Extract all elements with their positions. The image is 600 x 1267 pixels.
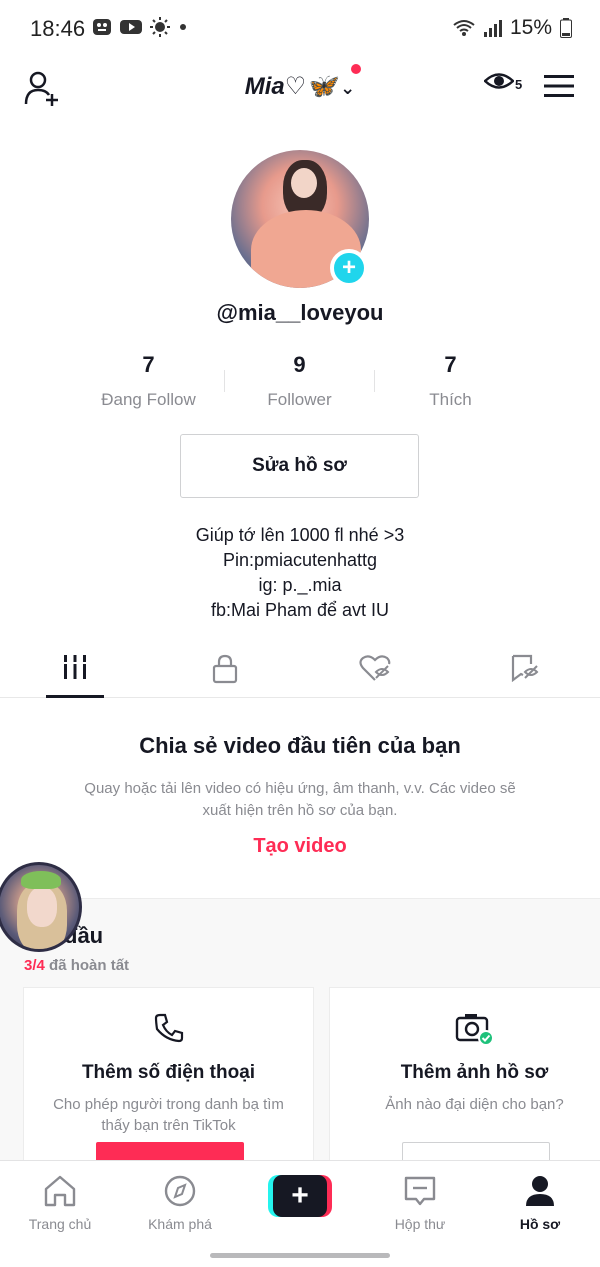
eye-icon [484,73,514,89]
empty-state-title: Chia sẻ video đầu tiên của bạn [139,733,461,758]
create-video-link[interactable]: Tạo video [0,835,600,858]
stat-value: 7 [444,352,457,377]
plus-icon: + [273,1175,327,1217]
tab-favorites[interactable] [450,648,600,697]
card-description: Cho phép người trong danh bạ tìm thấy bạ… [53,1096,284,1134]
progress-text: đã hoàn tất [49,957,130,974]
nav-discover[interactable]: Khám phá [120,1175,240,1232]
menu-icon[interactable] [544,74,574,98]
bio-line: fb:Mai Pham để avt IU [210,600,390,620]
stat-label: Follower [267,390,332,409]
floating-chat-bubble[interactable] [0,862,82,952]
liked-hidden-icon [359,655,391,681]
signal-icon [483,20,502,37]
edit-profile-button[interactable]: Sửa hồ sơ [180,434,419,498]
profile-icon [526,1176,554,1206]
bio-line: ig: p._.mia [258,575,342,595]
brightness-icon [150,17,170,37]
inbox-icon [404,1176,436,1206]
status-right: 15% [452,16,572,40]
progress-count: 3/4 [24,957,45,974]
status-time: 18:46 [30,16,86,41]
status-bar: 18:46 15% [0,0,600,56]
bookmark-hidden-icon [511,654,539,682]
top-nav: Mia♡🦋 ⌄ 5 [0,60,600,112]
nav-profile[interactable]: Hồ sơ [480,1175,600,1232]
add-photo-card[interactable]: Thêm ảnh hồ sơ Ảnh nào đại diện cho bạn?… [329,987,600,1182]
card-title: Thêm ảnh hồ sơ [400,1062,549,1083]
compass-icon [164,1175,196,1207]
wifi-icon [453,20,475,36]
card-title: Thêm số điện thoại [81,1062,256,1083]
nav-label: Hộp thư [394,1216,446,1232]
stat-likes[interactable]: 7 Thích [375,352,526,410]
dot-icon [180,24,186,30]
add-avatar-icon[interactable]: + [330,249,368,287]
grid-icon [63,655,87,679]
tab-active-indicator [46,695,104,698]
bio-line: Giúp tớ lên 1000 fl nhé >3 [195,525,405,545]
empty-state-description: Quay hoặc tải lên video có hiệu ứng, âm … [84,780,516,819]
nav-home[interactable]: Trang chủ [0,1175,120,1232]
stat-followers[interactable]: 9 Follower [224,352,375,410]
tab-videos[interactable] [0,648,150,698]
nav-label: Khám phá [148,1216,212,1232]
notification-dot [351,64,361,74]
stat-label: Thích [429,390,472,409]
divider [224,370,225,392]
battery-percent: 15% [509,16,552,39]
card-description: Ảnh nào đại diện cho bạn? [385,1096,564,1113]
profile-views-button[interactable]: 5 [484,70,522,92]
home-indicator[interactable] [210,1253,390,1258]
youtube-icon [120,20,142,34]
profile-stats: 7 Đang Follow 9 Follower 7 Thích [73,352,527,410]
create-button[interactable]: + [268,1175,332,1217]
bio-line: Pin:pmiacutenhattg [222,550,378,570]
tab-liked[interactable] [300,648,450,697]
profile-handle: @mia__loveyou [216,300,384,325]
stat-following[interactable]: 7 Đang Follow [73,352,224,410]
chevron-down-icon: ⌄ [340,78,356,98]
tab-private[interactable] [150,648,300,697]
stat-value: 9 [293,352,306,377]
phone-icon [154,1013,183,1043]
views-count: 5 [515,77,523,92]
onboarding-progress: 3/4 đã hoàn tất [24,957,129,974]
account-username: Mia♡🦋 [244,73,337,100]
lock-icon [212,654,238,684]
home-icon [44,1175,76,1207]
stat-value: 7 [142,352,155,377]
stat-label: Đang Follow [101,390,196,409]
bottom-nav: Trang chủ Khám phá + Hộp thư Hồ sơ [0,1160,600,1267]
nav-label: Hồ sơ [519,1216,561,1232]
camera-check-icon [455,1014,494,1046]
status-notification-icons [92,17,188,37]
nav-label: Trang chủ [28,1216,92,1232]
battery-icon [560,18,572,38]
notification-app-icon [93,19,111,35]
nav-inbox[interactable]: Hộp thư [360,1175,480,1232]
add-phone-card[interactable]: Thêm số điện thoại Cho phép người trong … [23,987,314,1182]
profile-avatar-container[interactable]: + [231,150,369,288]
profile-tabs [0,648,600,698]
profile-bio: Giúp tớ lên 1000 fl nhé >3 Pin:pmiacuten… [0,523,600,623]
